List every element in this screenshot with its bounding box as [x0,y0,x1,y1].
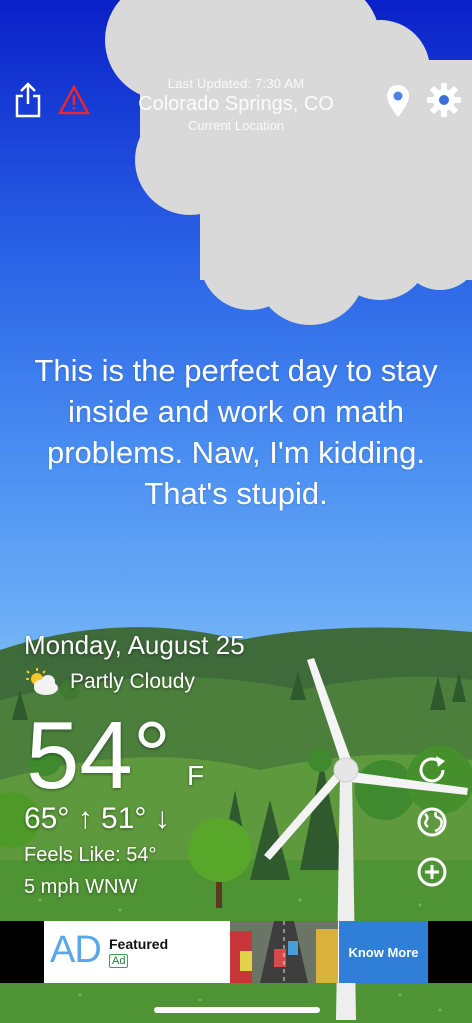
globe-button[interactable] [414,804,450,840]
current-temperature: 54° [26,702,172,809]
alert-triangle-icon [57,84,91,115]
location-subtitle: Current Location [187,118,285,133]
add-location-button[interactable] [414,854,450,890]
high-low-temps: 65° ↑ 51° ↓ [24,802,170,835]
location-pin-icon [387,85,409,117]
ad-title: Featured [109,936,169,952]
feels-like: Feels Like: 54° [24,844,157,866]
ad-banner[interactable]: AD Featured Ad Know More [44,921,428,983]
ad-tag: Ad [109,954,129,968]
refresh-icon [419,756,445,783]
last-updated: Last Updated: 7:30 AM [167,76,305,91]
condition-row: Partly Cloudy [24,668,195,696]
refresh-button[interactable] [414,752,450,788]
cloud [105,0,472,325]
city-name: Colorado Springs, CO [138,93,334,115]
location-header[interactable]: Last Updated: 7:30 AM Colorado Springs, … [100,76,372,133]
know-more-button[interactable]: Know More [339,921,428,983]
share-button[interactable] [14,82,42,118]
globe-icon [417,807,447,837]
condition-label: Partly Cloudy [70,670,195,693]
ad-logo: AD [50,929,102,971]
share-icon [15,82,41,118]
partly-cloudy-icon [26,668,58,695]
home-indicator[interactable] [154,1007,320,1013]
alert-button[interactable] [57,84,91,116]
temperature-unit: F [187,760,205,791]
add-icon [417,857,447,887]
ad-image [230,921,338,983]
weather-quote: This is the perfect day to stay inside a… [34,353,438,511]
date-label: Monday, August 25 [24,630,245,660]
weather-summary: Monday, August 25 Partly Cloudy 54° F 65… [24,630,245,898]
wind-speed: 5 mph WNW [24,876,138,898]
location-button[interactable] [384,83,412,119]
settings-button[interactable] [426,82,462,118]
gear-icon [427,83,461,117]
